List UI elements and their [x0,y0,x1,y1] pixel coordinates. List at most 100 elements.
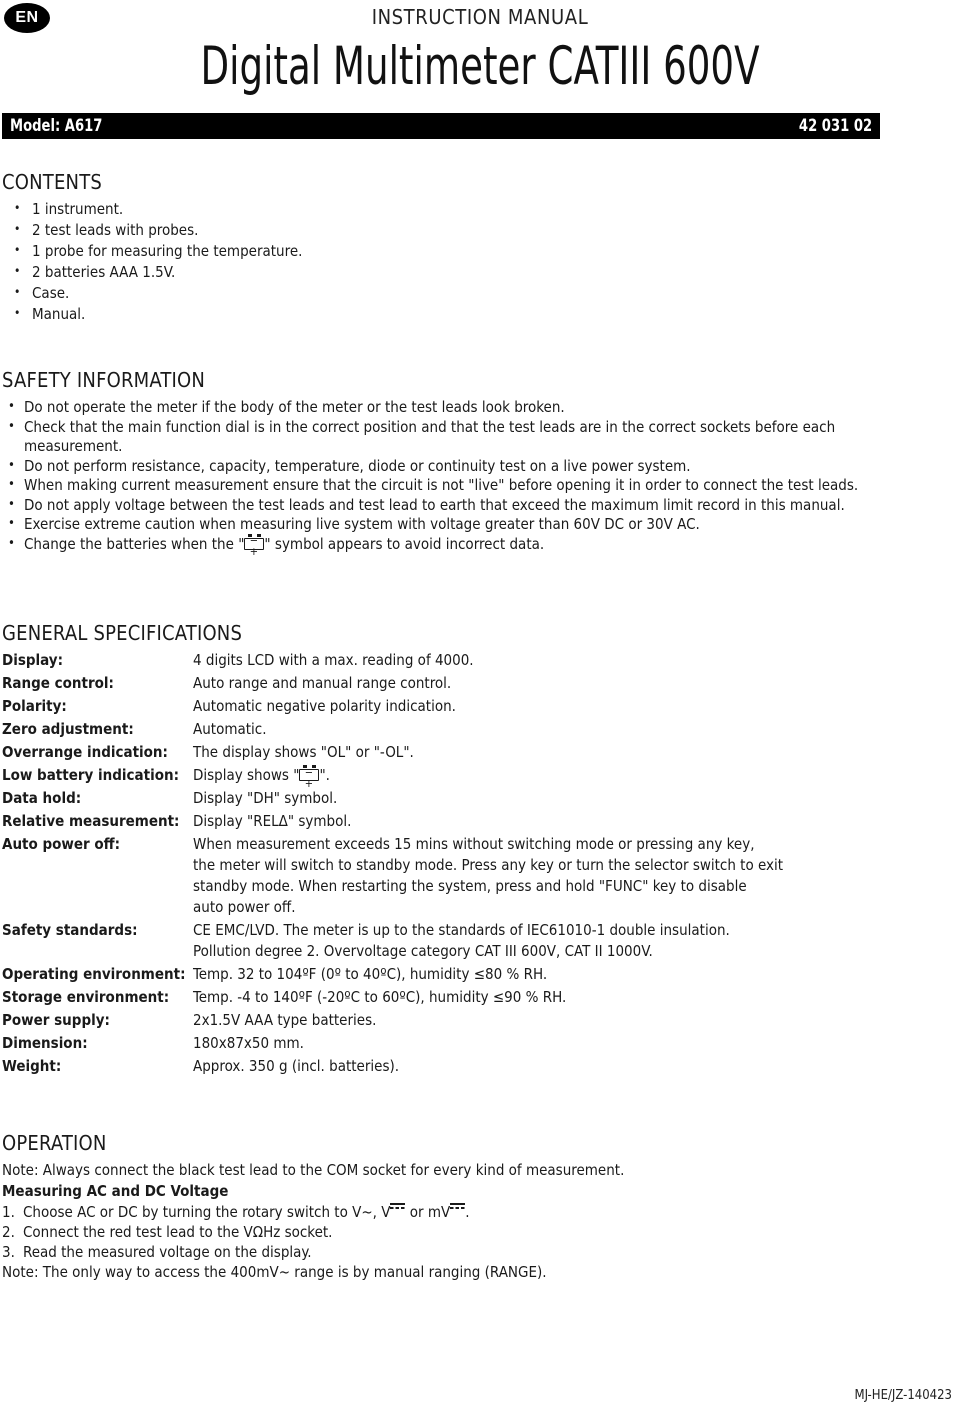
list-item: Manual. [2,303,562,325]
spec-row: Power supply: 2x1.5V AAA type batteries. [2,1010,902,1031]
spec-label: Storage environment: [2,988,170,1006]
spec-value-line: the meter will switch to standby mode. P… [193,856,784,874]
spec-value: Display "RELΔ" symbol. [193,812,352,830]
spec-value-suffix: ". [319,766,330,784]
spec-label: Low battery indication: [2,766,179,784]
list-item-low-battery: Change the batteries when the "−+" symbo… [2,533,914,557]
dc-voltage-icon [390,1202,406,1214]
spec-label: Range control: [2,674,114,692]
spec-label: Dimension: [2,1034,88,1052]
list-item-step-3: 3. Read the measured voltage on the displ… [2,1242,922,1262]
manual-page: EN INSTRUCTION MANUAL Digital Multimeter… [0,0,960,1412]
operation-note-top: Note: Always connect the black test lead… [2,1161,625,1179]
spec-label: Safety standards: [2,921,138,939]
spec-value: Approx. 350 g (incl. batteries). [193,1057,400,1075]
battery-icon: −+ [244,533,265,557]
list-item: 1 instrument. [2,198,562,220]
spec-value: Automatic. [193,720,267,738]
spec-row: Zero adjustment: Automatic. [2,719,902,740]
step-number: 1. [2,1203,15,1221]
footer-document-code: MJ-HE/JZ-140423 [854,1388,952,1403]
spec-row: Range control: Auto range and manual ran… [2,673,902,694]
spec-label: Polarity: [2,697,67,715]
step-number: 2. [2,1223,15,1241]
list-item: 2 test leads with probes. [2,219,562,241]
spec-value: Temp. 32 to 104ºF (0º to 40ºC), humidity… [193,965,548,983]
spec-value: The display shows "OL" or "-OL". [193,743,414,761]
spec-label: Overrange indication: [2,743,168,761]
spec-label: Operating environment: [2,965,186,983]
spec-label: Relative measurement: [2,812,180,830]
page-title: Digital Multimeter CATIII 600V [200,36,760,97]
spec-value: Display shows " −+ ". [193,765,902,789]
spec-value-line: standby mode. When restarting the system… [193,877,747,895]
spec-value-line: When measurement exceeds 15 mins without… [193,835,755,853]
spec-label: Data hold: [2,789,82,807]
list-item: 2 batteries AAA 1.5V. [2,261,562,283]
list-item: Do not perform resistance, capacity, tem… [2,456,914,477]
operation-block: Note: Always connect the black test lead… [2,1160,922,1282]
safety-heading: SAFETY INFORMATION [2,368,206,392]
list-item: Case. [2,282,562,304]
safety-list: Do not operate the meter if the body of … [2,397,914,557]
spec-row: Overrange indication: The display shows … [2,742,902,763]
spec-row-low-battery: Low battery indication: Display shows " −… [2,765,902,789]
spec-label: Display: [2,651,63,669]
spec-value: 180x87x50 mm. [193,1034,304,1052]
spec-row: Operating environment: Temp. 32 to 104ºF… [2,964,902,985]
spec-value: 2x1.5V AAA type batteries. [193,1011,377,1029]
spec-value-line: CE EMC/LVD. The meter is up to the stand… [193,921,730,939]
dc-voltage-icon [450,1202,466,1214]
spec-value-prefix: Display shows " [193,766,300,784]
spec-value: Auto range and manual range control. [193,674,452,692]
spec-row: Data hold: Display "DH" symbol. [2,788,902,809]
low-battery-text-suffix: " symbol appears to avoid incorrect data… [264,534,545,553]
spec-label: Power supply: [2,1011,110,1029]
spec-row: Weight: Approx. 350 g (incl. batteries). [2,1056,902,1077]
article-code: 42 031 02 [798,116,872,136]
list-item-step-2: 2. Connect the red test lead to the VΩHz … [2,1222,922,1242]
document-kicker: INSTRUCTION MANUAL [371,5,589,29]
model-bar: Model: A617 42 031 02 [2,113,880,139]
specs-table: Display: 4 digits LCD with a max. readin… [2,650,902,1079]
step-number: 3. [2,1243,15,1261]
spec-label: Zero adjustment: [2,720,134,738]
spec-value-line: auto power off. [193,898,296,916]
spec-row: Display: 4 digits LCD with a max. readin… [2,650,902,671]
spec-value: Temp. -4 to 140ºF (-20ºC to 60ºC), humid… [193,988,567,1006]
list-item: When making current measurement ensure t… [2,475,914,496]
list-item: Do not operate the meter if the body of … [2,397,914,418]
spec-label: Auto power off: [2,835,120,853]
spec-row: Relative measurement: Display "RELΔ" sym… [2,811,902,832]
operation-note-bottom: Note: The only way to access the 400mV~ … [2,1263,547,1281]
specs-heading: GENERAL SPECIFICATIONS [2,621,243,645]
contents-list: 1 instrument. 2 test leads with probes. … [2,198,562,325]
model-label: Model: A617 [10,116,103,136]
battery-icon: −+ [299,765,320,789]
step-text-b: or mV [405,1203,451,1221]
spec-row: Dimension: 180x87x50 mm. [2,1033,902,1054]
step-text: Connect the red test lead to the VΩHz so… [23,1223,333,1241]
spec-value-line: Pollution degree 2. Overvoltage category… [193,942,653,960]
operation-subheading: Measuring AC and DC Voltage [2,1182,229,1200]
spec-value: When measurement exceeds 15 mins without… [193,834,902,918]
list-item: Exercise extreme caution when measuring … [2,514,914,535]
operation-steps: 1. Choose AC or DC by turning the rotary … [2,1202,922,1262]
step-text-a: Choose AC or DC by turning the rotary sw… [23,1203,391,1221]
contents-heading: CONTENTS [2,170,103,194]
spec-value: CE EMC/LVD. The meter is up to the stand… [193,920,902,962]
step-text-c: . [465,1203,470,1221]
spec-value: 4 digits LCD with a max. reading of 4000… [193,651,474,669]
spec-row: Polarity: Automatic negative polarity in… [2,696,902,717]
step-text: Read the measured voltage on the display… [23,1243,312,1261]
spec-label: Weight: [2,1057,62,1075]
spec-row-safety-standards: Safety standards: CE EMC/LVD. The meter … [2,920,902,962]
spec-value: Display "DH" symbol. [193,789,338,807]
list-item: Check that the main function dial is in … [2,417,914,457]
spec-value: Automatic negative polarity indication. [193,697,456,715]
list-item: 1 probe for measuring the temperature. [2,240,562,262]
spec-row: Storage environment: Temp. -4 to 140ºF (… [2,987,902,1008]
list-item: Do not apply voltage between the test le… [2,495,914,516]
spec-row-auto-power-off: Auto power off: When measurement exceeds… [2,834,902,918]
low-battery-text-prefix: Change the batteries when the " [24,534,245,553]
